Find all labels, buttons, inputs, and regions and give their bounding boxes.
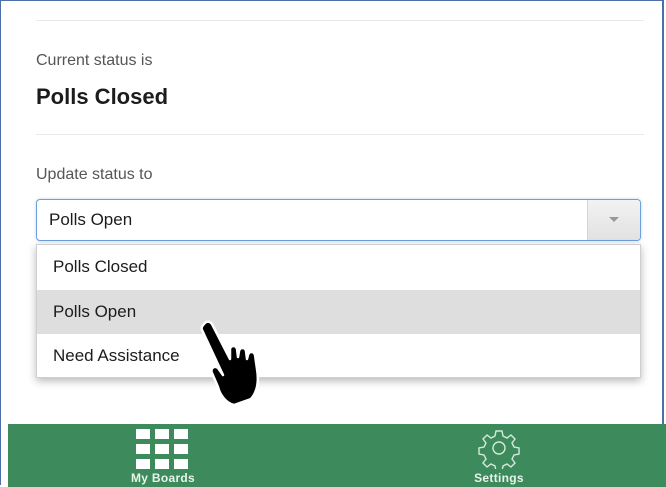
update-status-label: Update status to — [36, 166, 153, 183]
option-polls-closed[interactable]: Polls Closed — [37, 245, 640, 289]
nav-settings[interactable]: Settings — [460, 424, 538, 487]
chevron-down-icon — [609, 217, 619, 222]
option-need-assistance[interactable]: Need Assistance — [37, 334, 640, 378]
status-select[interactable]: Polls Open — [36, 199, 641, 241]
bottom-nav-bar: My Boards Settings — [8, 424, 666, 487]
section-divider — [36, 134, 644, 135]
nav-my-boards-label: My Boards — [130, 471, 196, 485]
nav-my-boards[interactable]: My Boards — [118, 424, 208, 487]
hand-pointer-icon — [200, 320, 260, 407]
status-dropdown-list: Polls Closed Polls Open Need Assistance — [36, 244, 641, 378]
app-frame — [0, 0, 664, 485]
status-select-value: Polls Open — [49, 210, 133, 229]
current-status-label: Current status is — [36, 52, 153, 69]
gear-icon — [478, 430, 520, 469]
grid-icon — [136, 429, 190, 471]
option-polls-open[interactable]: Polls Open — [37, 290, 640, 334]
top-divider — [36, 20, 644, 21]
nav-settings-label: Settings — [474, 471, 524, 485]
select-toggle-button[interactable] — [587, 200, 640, 240]
current-status-value: Polls Closed — [36, 84, 169, 109]
